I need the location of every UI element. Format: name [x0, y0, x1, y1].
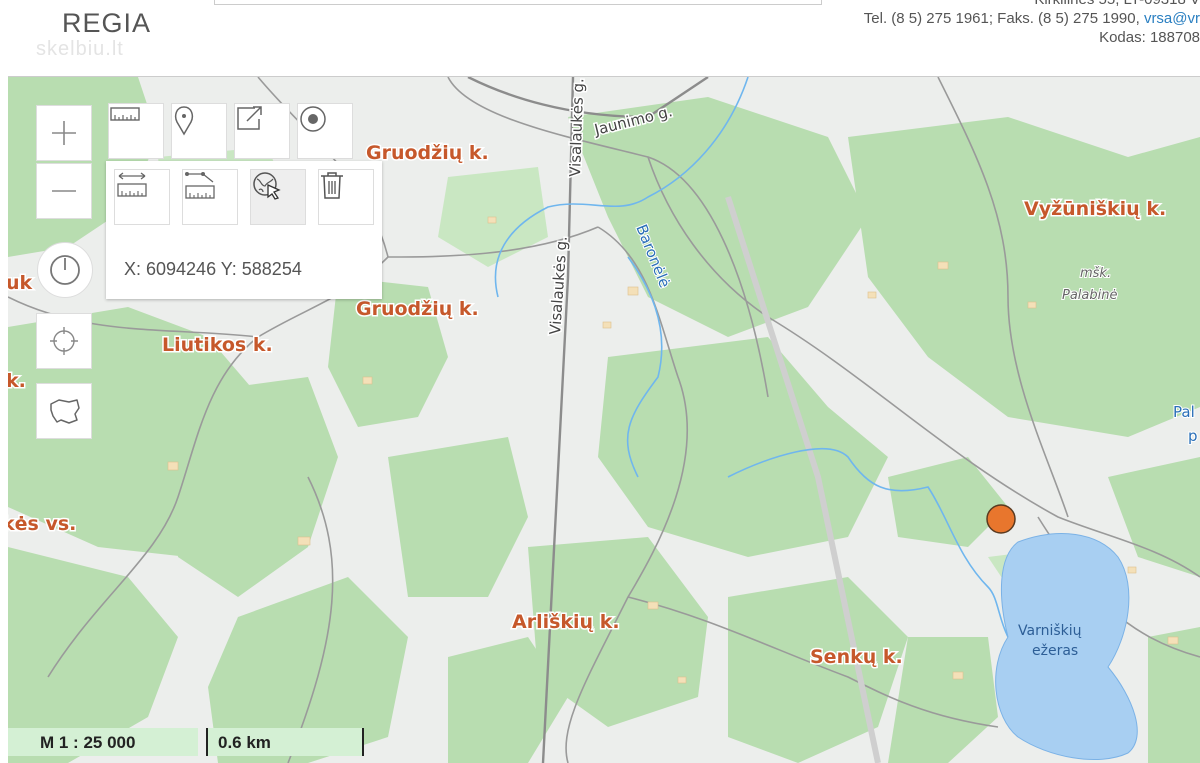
lake-label: Varniškių: [1018, 623, 1082, 639]
lake-label: ežeras: [1032, 643, 1078, 659]
scale-bar: M 1 : 25 000 0.6 km: [8, 728, 364, 756]
place-label: Vyžūniškių k.: [1024, 198, 1166, 220]
scale-length: 0.6 km: [206, 728, 364, 756]
place-label: uk: [8, 272, 33, 294]
page-header: REGIA skelbiu.lt Kirkilinės 55, LT-09318…: [0, 0, 1200, 72]
location-marker[interactable]: [986, 504, 1016, 534]
zoom-in-button[interactable]: [36, 105, 92, 161]
coordinates-readout: X: 6094246 Y: 588254: [124, 259, 302, 279]
plus-icon: [52, 121, 76, 145]
power-button[interactable]: [37, 242, 93, 298]
share-icon: [237, 106, 262, 130]
measure-area-icon: [185, 172, 215, 199]
forest-label: mšk.: [1080, 266, 1111, 281]
forest-label: Palabinė: [1062, 288, 1118, 303]
road-label: Visalaukės g.: [566, 78, 587, 177]
contact-email-link[interactable]: vrsa@vr: [1144, 10, 1200, 27]
measure-area-button[interactable]: [182, 169, 238, 225]
place-label: Arliškių k.: [512, 611, 620, 633]
contact-phone-text: Tel. (8 5) 275 1961; Faks. (8 5) 275 199…: [863, 10, 1144, 27]
water-label: p: [1188, 427, 1198, 445]
contact-info: Kirkilinės 55, LT-09318 V Tel. (8 5) 275…: [864, 0, 1200, 47]
place-label: k.: [8, 370, 26, 392]
pin-button[interactable]: [171, 103, 227, 159]
place-label: Liutikos k.: [162, 334, 273, 356]
contact-address: Kirkilinės 55, LT-09318 V: [864, 0, 1200, 9]
map-canvas[interactable]: Gruodžių k. Vyžūniškių k. Gruodžių k. Li…: [8, 76, 1200, 763]
tools-panel: X: 6094246 Y: 588254: [106, 161, 382, 299]
road-label: Visalaukės g.: [546, 235, 571, 335]
crosshair-icon: [50, 327, 78, 355]
target-button[interactable]: [297, 103, 353, 159]
ruler-icon: [110, 107, 140, 121]
minus-icon: [52, 190, 76, 192]
country-view-button[interactable]: [36, 383, 92, 439]
measure-distance-icon: [117, 172, 147, 197]
search-box-edge[interactable]: [214, 0, 822, 5]
regia-logo: REGIA: [62, 8, 152, 38]
watermark: skelbiu.lt: [36, 38, 124, 60]
measure-distance-button[interactable]: [114, 169, 170, 225]
place-label: Gruodžių k.: [366, 142, 489, 164]
contact-phone: Tel. (8 5) 275 1961; Faks. (8 5) 275 199…: [864, 9, 1200, 28]
scale-ratio: M 1 : 25 000: [8, 728, 198, 756]
place-label: Senkų k.: [810, 646, 903, 668]
zoom-out-button[interactable]: [36, 163, 92, 219]
delete-button[interactable]: [318, 169, 374, 225]
locate-button[interactable]: [36, 313, 92, 369]
place-label: kės vs.: [8, 513, 76, 535]
lithuania-outline-icon: [50, 399, 80, 424]
share-button[interactable]: [234, 103, 290, 159]
pin-icon: [174, 106, 194, 136]
globe-cursor-icon: [253, 172, 281, 200]
target-icon: [300, 106, 326, 132]
contact-code: Kodas: 188708: [1099, 29, 1200, 46]
power-icon: [50, 255, 80, 285]
globe-cursor-button[interactable]: [250, 169, 306, 225]
trash-icon: [321, 172, 343, 199]
water-label: Pal: [1173, 403, 1195, 421]
place-label: Gruodžių k.: [356, 298, 479, 320]
ruler-button[interactable]: [108, 103, 164, 159]
